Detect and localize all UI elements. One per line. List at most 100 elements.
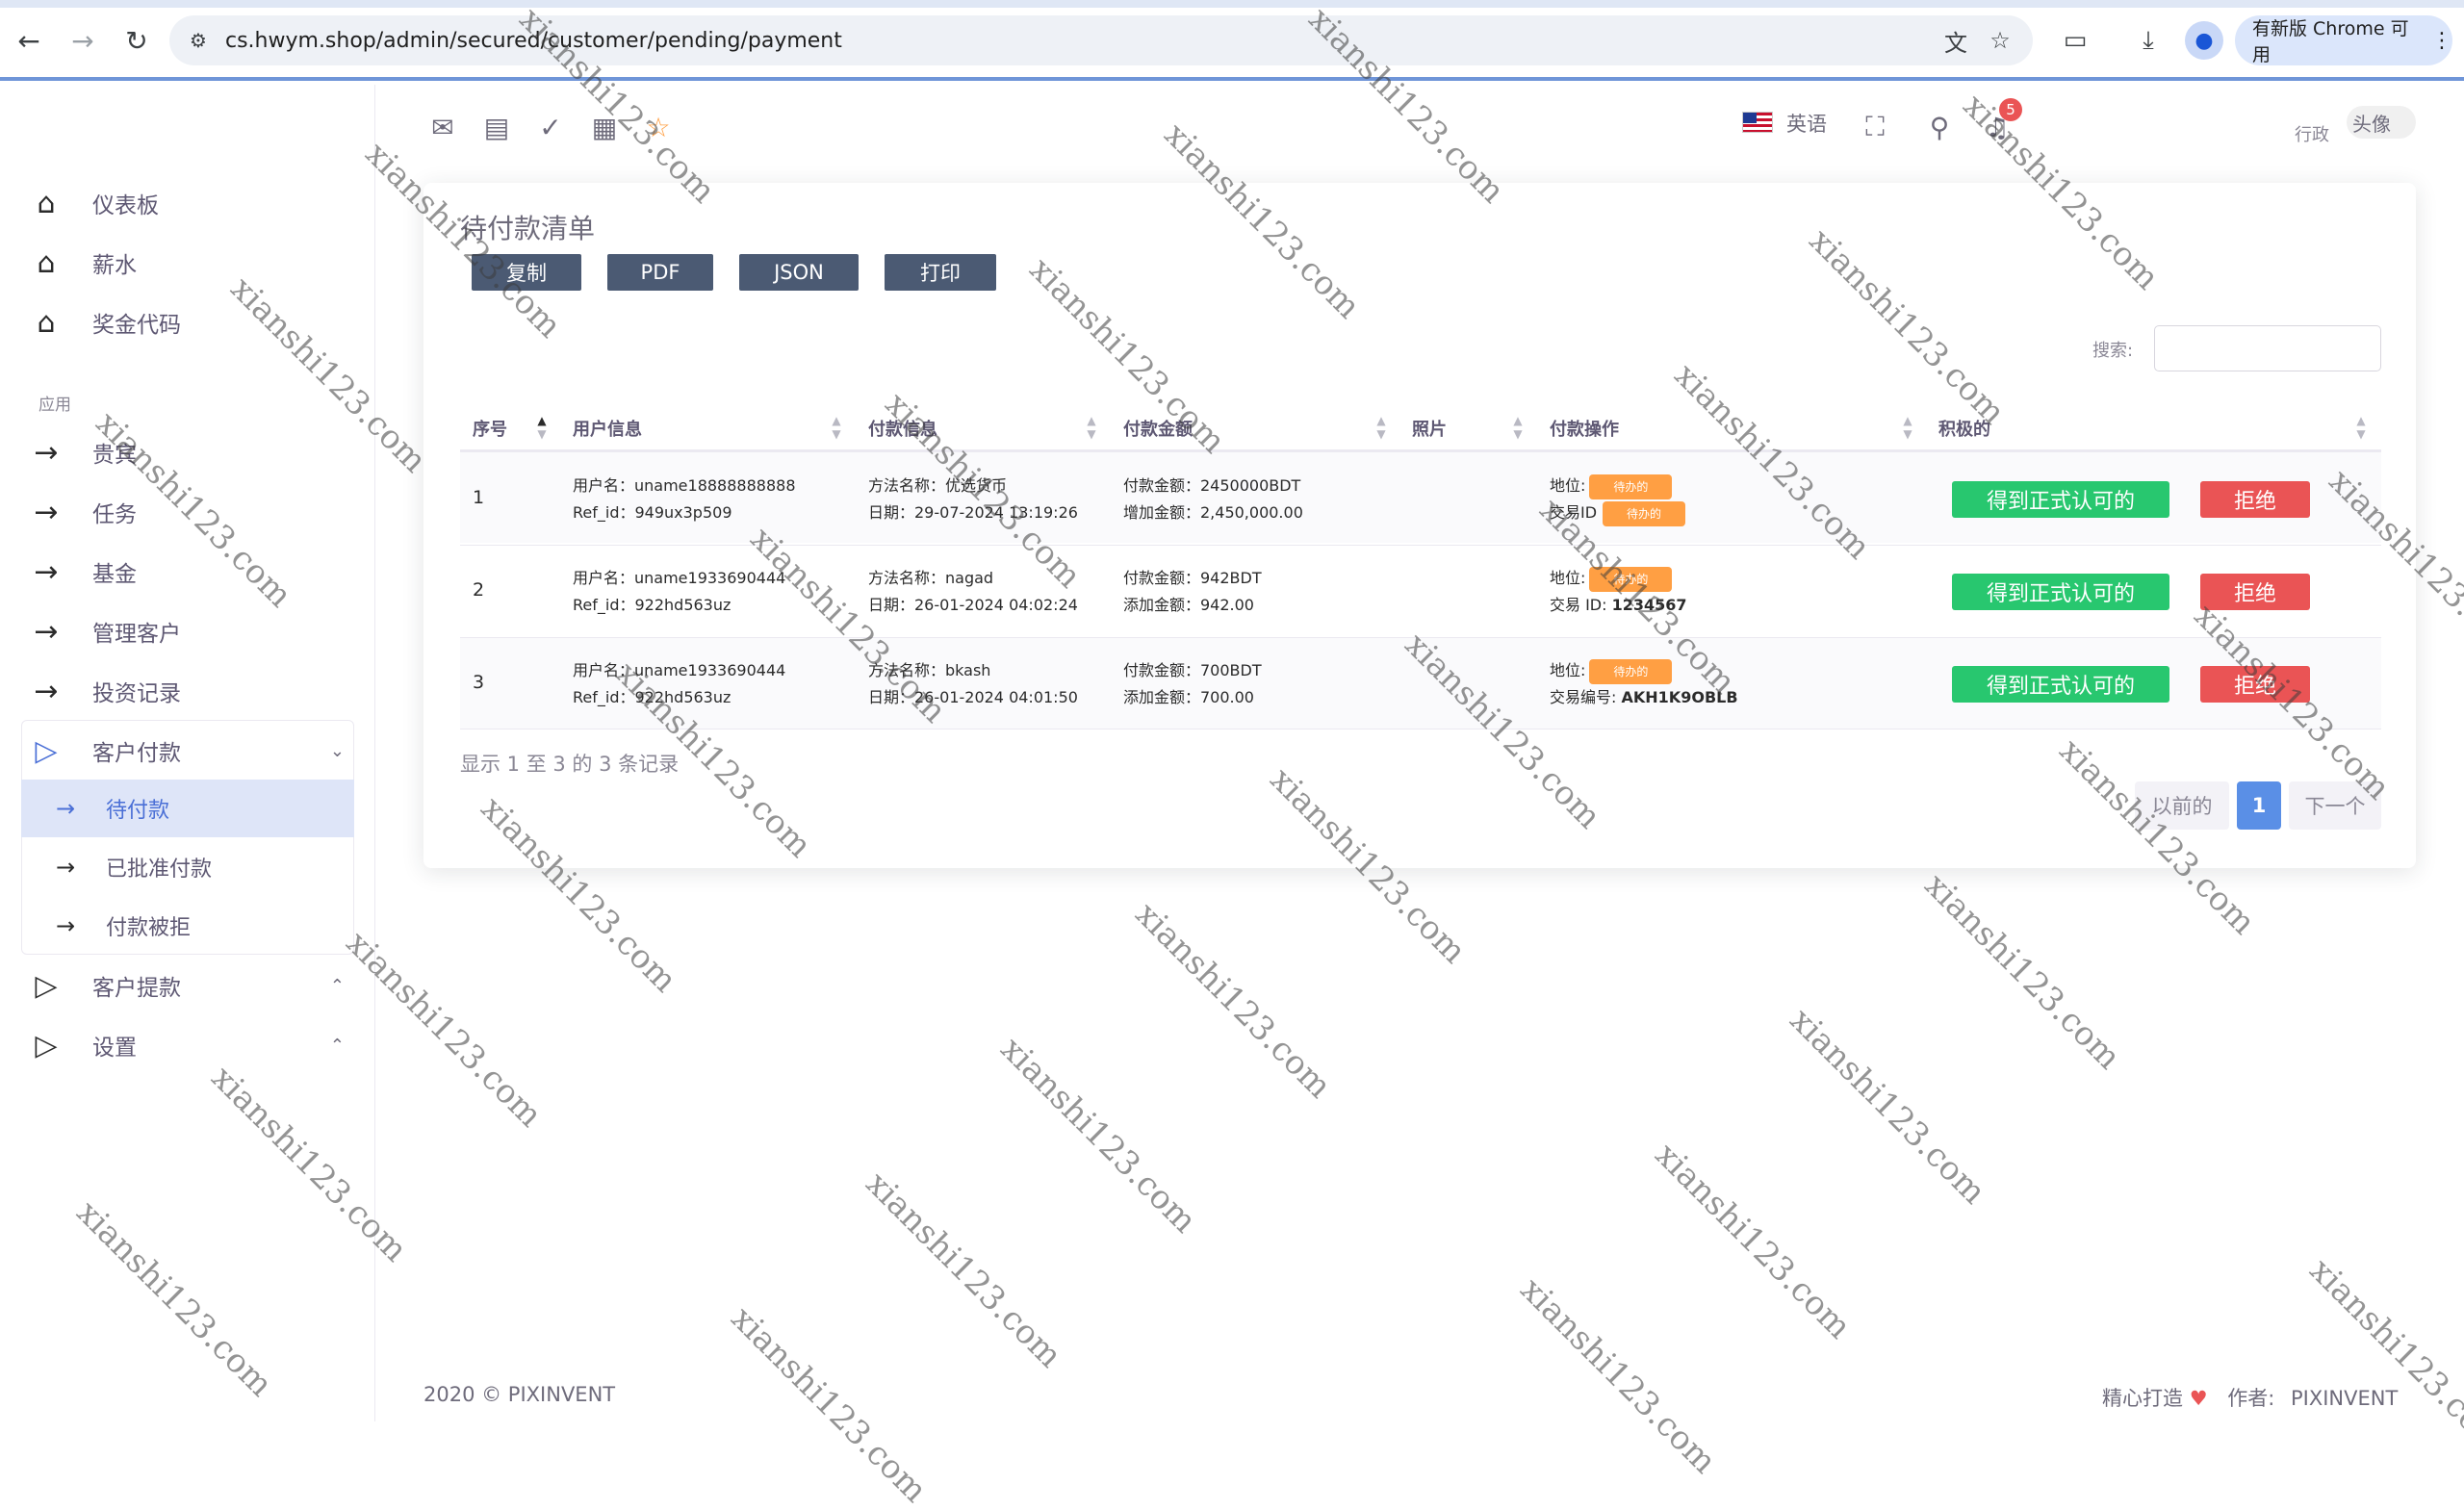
calendar-icon[interactable]: ▦ bbox=[585, 108, 624, 146]
sidebar-subitem-rejected-payment[interactable]: → 付款被拒 bbox=[21, 897, 354, 955]
sidebar-item-dashboard[interactable]: ⌂ 仪表板 bbox=[27, 176, 354, 230]
column-header-user-info[interactable]: 用户信息 bbox=[573, 409, 642, 448]
search-icon[interactable]: ⚲ bbox=[1920, 108, 1959, 146]
reload-icon[interactable]: ↻ bbox=[119, 23, 154, 58]
sidebar-item-manage-customers[interactable]: → 管理客户 bbox=[27, 604, 354, 658]
status-label: 地位: bbox=[1550, 476, 1586, 495]
watermark: xianshi123.com bbox=[2301, 1251, 2464, 1463]
watermark: xianshi123.com bbox=[723, 1299, 935, 1510]
payment-date: 日期：26-01-2024 04:01:50 bbox=[868, 688, 1078, 706]
sort-icon[interactable]: ▲ ▼ bbox=[1901, 414, 1914, 445]
transaction-line: 交易编号: AKH1K9OBLB bbox=[1550, 684, 1738, 710]
column-header-payment-info[interactable]: 付款信息 bbox=[868, 409, 937, 448]
arrow-right-icon: → bbox=[34, 495, 59, 529]
status-line: 地位: 待办的 bbox=[1550, 473, 1673, 499]
approve-button[interactable]: 得到正式认可的 bbox=[1952, 666, 2169, 703]
column-header-photo[interactable]: 照片 bbox=[1412, 409, 1447, 448]
translate-icon[interactable]: 文 bbox=[1940, 25, 1971, 57]
sort-icon[interactable]: ▲ ▼ bbox=[535, 414, 549, 445]
user-name: 用户名：uname1933690444 bbox=[573, 569, 786, 587]
column-header-amount[interactable]: 付款金额 bbox=[1123, 409, 1193, 448]
watermark: xianshi123.com bbox=[1647, 1136, 1859, 1347]
back-icon[interactable]: ← bbox=[12, 23, 46, 58]
download-icon[interactable]: ⤓ bbox=[2131, 23, 2166, 58]
avatar[interactable]: 头像 bbox=[2347, 106, 2416, 139]
sort-icon[interactable]: ▲ ▼ bbox=[1085, 414, 1098, 445]
sidebar-item-customer-payment[interactable]: ▷ 客户付款 ⌄ bbox=[27, 724, 354, 778]
play-outline-icon: ▷ bbox=[35, 733, 58, 768]
approve-button[interactable]: 得到正式认可的 bbox=[1952, 574, 2169, 610]
check-circle-icon[interactable]: ✓ bbox=[531, 108, 570, 146]
us-flag-icon[interactable] bbox=[1742, 112, 1773, 133]
sidebar-item-label: 客户付款 bbox=[92, 741, 181, 766]
payment-date: 日期：29-07-2024 13:19:26 bbox=[868, 503, 1078, 522]
sidebar-item-tasks[interactable]: → 任务 bbox=[27, 485, 354, 539]
language-selector[interactable]: 英语 bbox=[1786, 109, 1827, 138]
payment-amount: 付款金额：942BDT bbox=[1123, 569, 1262, 587]
approve-button[interactable]: 得到正式认可的 bbox=[1952, 481, 2169, 518]
url-text[interactable]: cs.hwym.shop/admin/secured/customer/pend… bbox=[225, 29, 842, 53]
sidebar-item-label: 客户提款 bbox=[92, 976, 181, 1001]
watermark: xianshi123.com bbox=[1127, 895, 1339, 1107]
sidebar-item-label: 仪表板 bbox=[92, 193, 159, 218]
footer-author: PIXINVENT bbox=[2290, 1387, 2399, 1410]
column-header-payment-action[interactable]: 付款操作 bbox=[1550, 409, 1619, 448]
sidebar-item-vip[interactable]: → 贵宾 bbox=[27, 425, 354, 479]
sidebar-subitem-label: 付款被拒 bbox=[106, 916, 192, 940]
star-icon[interactable]: ☆ bbox=[639, 108, 678, 146]
site-info-icon[interactable]: ⚙ bbox=[185, 27, 212, 54]
user-name: 用户名：uname1933690444 bbox=[573, 661, 786, 679]
search-input[interactable] bbox=[2154, 325, 2381, 371]
row-index: 1 bbox=[473, 487, 485, 508]
sidebar-item-investment-records[interactable]: → 投资记录 bbox=[27, 664, 354, 718]
reject-button[interactable]: 拒绝 bbox=[2200, 481, 2310, 518]
status-badge: 待办的 bbox=[1589, 658, 1673, 684]
copy-button[interactable]: 复制 bbox=[472, 254, 581, 291]
sidebar-subitem-approved-payment[interactable]: → 已批准付款 bbox=[21, 838, 354, 896]
avatar-alt-text: 头像 bbox=[2352, 112, 2391, 136]
forward-icon[interactable]: → bbox=[65, 23, 100, 58]
address-bar[interactable]: ⚙ cs.hwym.shop/admin/secured/customer/pe… bbox=[169, 15, 2033, 65]
pagination-page-button[interactable]: 1 bbox=[2237, 781, 2281, 830]
arrow-right-icon: → bbox=[34, 435, 59, 470]
play-outline-icon: ▷ bbox=[35, 1028, 58, 1062]
sidebar-item-fund[interactable]: → 基金 bbox=[27, 545, 354, 599]
pagination-next-button[interactable]: 下一个 bbox=[2289, 781, 2381, 830]
profile-icon[interactable]: ● bbox=[2185, 21, 2223, 60]
sidebar-subitem-pending-payment[interactable]: → 待付款 bbox=[21, 780, 354, 837]
reject-button[interactable]: 拒绝 bbox=[2200, 666, 2310, 703]
json-button[interactable]: JSON bbox=[739, 254, 859, 291]
status-badge: 待办的 bbox=[1589, 473, 1673, 499]
pdf-button[interactable]: PDF bbox=[607, 254, 713, 291]
sort-icon[interactable]: ▲ ▼ bbox=[1511, 414, 1525, 445]
sort-icon[interactable]: ▲ ▼ bbox=[2354, 414, 2368, 445]
pagination-prev-button[interactable]: 以前的 bbox=[2135, 781, 2229, 830]
column-header-active[interactable]: 积极的 bbox=[1938, 409, 1990, 448]
fullscreen-icon[interactable]: ⛶ bbox=[1856, 108, 1894, 146]
sidebar-subitem-label: 已批准付款 bbox=[106, 857, 213, 882]
transaction-label: 交易编号: bbox=[1550, 688, 1617, 706]
watermark: xianshi123.com bbox=[1916, 866, 2128, 1078]
sidebar-section-heading: 应用 bbox=[38, 396, 71, 415]
bookmark-star-icon[interactable]: ☆ bbox=[1985, 25, 2015, 56]
sidebar-item-salary[interactable]: ⌂ 薪水 bbox=[27, 236, 354, 290]
sort-icon[interactable]: ▲ ▼ bbox=[830, 414, 843, 445]
payment-method: 方法名称：nagad bbox=[868, 569, 994, 587]
reject-button[interactable]: 拒绝 bbox=[2200, 574, 2310, 610]
user-ref-id: Ref_id：922hd563uz bbox=[573, 688, 732, 706]
play-outline-icon: ▷ bbox=[35, 968, 58, 1003]
print-button[interactable]: 打印 bbox=[885, 254, 996, 291]
menu-dots-icon[interactable]: ⋮ bbox=[2431, 29, 2452, 53]
sidebar-item-label: 奖金代码 bbox=[92, 313, 181, 338]
sort-icon[interactable]: ▲ ▼ bbox=[1374, 414, 1388, 445]
sidebar-item-settings[interactable]: ▷ 设置 ⌃ bbox=[27, 1018, 354, 1072]
mail-icon[interactable]: ✉ bbox=[424, 108, 462, 146]
column-header-index[interactable]: 序号 bbox=[473, 409, 507, 448]
status-label: 地位: bbox=[1550, 661, 1586, 679]
extensions-icon[interactable]: ▭ bbox=[2058, 23, 2092, 58]
home-icon: ⌂ bbox=[37, 245, 56, 280]
sidebar-item-bonus-code[interactable]: ⌂ 奖金代码 bbox=[27, 295, 354, 349]
chat-icon[interactable]: ▤ bbox=[477, 108, 516, 146]
chrome-update-button[interactable]: 有新版 Chrome 可用 ⋮ bbox=[2235, 15, 2452, 65]
sidebar-item-customer-withdraw[interactable]: ▷ 客户提款 ⌃ bbox=[27, 959, 354, 1012]
